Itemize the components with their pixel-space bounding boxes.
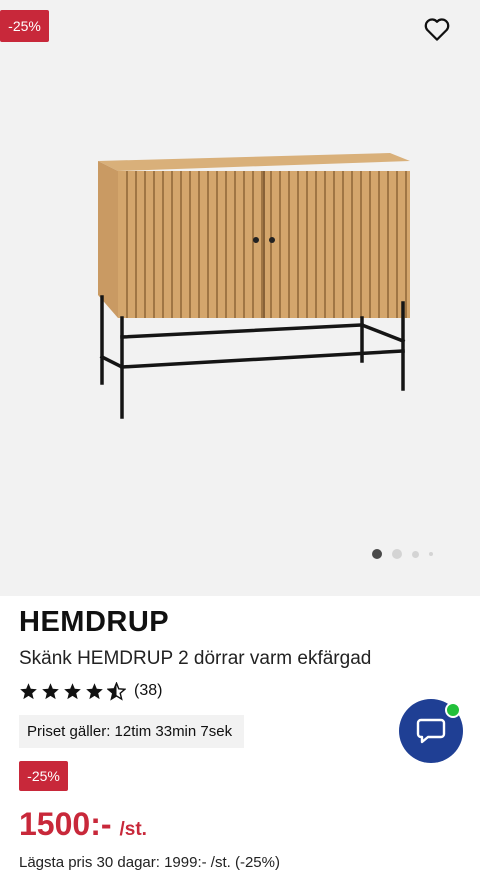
- carousel-dot[interactable]: [372, 549, 382, 559]
- lowest-price-note: Lägsta pris 30 dagar: 1999:- /st. (-25%): [19, 854, 280, 871]
- rating[interactable]: (38): [19, 680, 162, 702]
- chat-bubble-icon: [416, 718, 446, 744]
- star-icon: [64, 682, 81, 699]
- carousel-dot[interactable]: [429, 552, 433, 556]
- carousel-dot[interactable]: [392, 549, 402, 559]
- discount-badge: -25%: [0, 10, 49, 42]
- discount-badge: -25%: [19, 761, 68, 791]
- carousel-dot[interactable]: [412, 550, 419, 558]
- product-gallery[interactable]: -25%: [0, 0, 480, 596]
- rating-count[interactable]: (38): [134, 682, 162, 700]
- price: 1500:- /st.: [19, 806, 147, 843]
- carousel-dots[interactable]: [372, 548, 452, 560]
- star-icon: [86, 682, 103, 699]
- product-title: Skänk HEMDRUP 2 dörrar varm ekfärgad: [19, 648, 372, 669]
- star-icon: [20, 682, 37, 699]
- price-unit: /st.: [119, 819, 147, 840]
- half-star-icon: [107, 681, 126, 701]
- star-icon: [42, 682, 59, 699]
- online-status-dot: [445, 702, 461, 718]
- sideboard-image: [98, 153, 410, 419]
- heart-icon[interactable]: [422, 14, 452, 44]
- price-value: 1500:-: [19, 806, 112, 842]
- product-brand: HEMDRUP: [19, 606, 170, 638]
- offer-timer: Priset gäller: 12tim 33min 7sek: [19, 715, 244, 748]
- rating-stars: [19, 681, 126, 701]
